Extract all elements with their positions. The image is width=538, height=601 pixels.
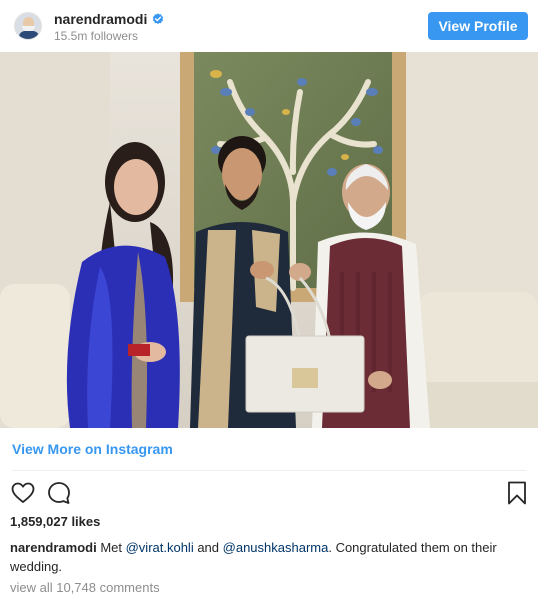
- comment-icon[interactable]: [46, 480, 72, 506]
- post-caption: narendramodi Met @virat.kohli and @anush…: [10, 538, 510, 576]
- username-row: narendramodi: [54, 11, 164, 27]
- view-more-link[interactable]: View More on Instagram: [12, 441, 173, 457]
- caption-text: Met: [100, 540, 126, 555]
- caption-username[interactable]: narendramodi: [10, 540, 97, 555]
- post-actions: [10, 480, 528, 506]
- divider: [12, 470, 526, 471]
- view-comments-link[interactable]: view all 10,748 comments: [10, 580, 160, 595]
- avatar[interactable]: [14, 12, 42, 40]
- followers-count: 15.5m followers: [54, 29, 139, 43]
- username-link[interactable]: narendramodi: [54, 11, 147, 27]
- post-image: [0, 52, 538, 428]
- bookmark-icon[interactable]: [504, 480, 530, 506]
- caption-text: and: [193, 540, 223, 555]
- post-photo[interactable]: [0, 52, 538, 428]
- mention-link[interactable]: @anushkasharma: [223, 540, 329, 555]
- verified-badge-icon: [153, 13, 164, 25]
- likes-count[interactable]: 1,859,027 likes: [10, 514, 100, 529]
- mention-link[interactable]: @virat.kohli: [126, 540, 194, 555]
- post-header: narendramodi 15.5m followers View Profil…: [0, 0, 538, 52]
- view-profile-button[interactable]: View Profile: [428, 12, 528, 40]
- heart-icon[interactable]: [10, 480, 36, 506]
